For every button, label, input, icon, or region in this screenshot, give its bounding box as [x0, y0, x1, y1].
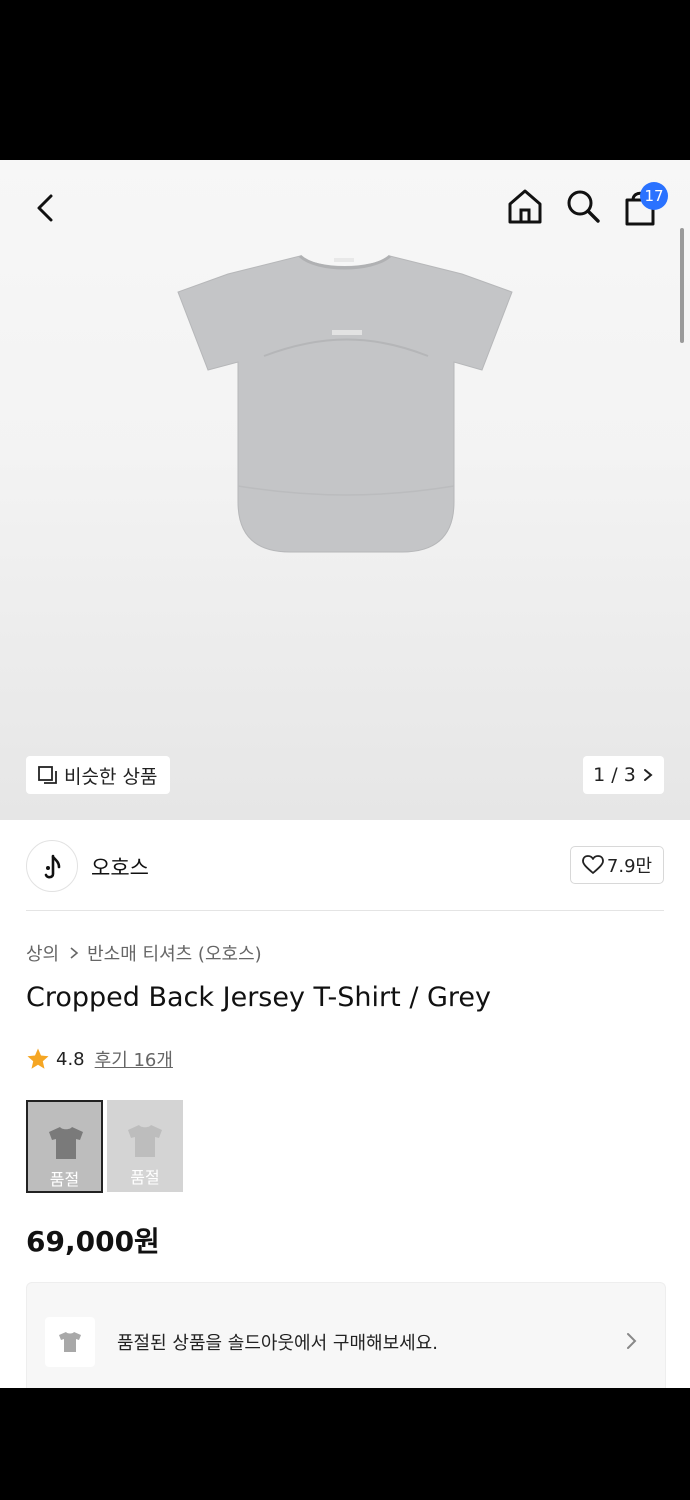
similar-icon [38, 766, 57, 784]
pager-text: 1 / 3 [593, 764, 636, 786]
similar-products-label: 비슷한 상품 [64, 765, 158, 788]
heart-icon [582, 855, 604, 874]
tshirt-icon [49, 1127, 83, 1159]
tshirt-icon [59, 1332, 81, 1352]
chevron-right-icon [627, 1333, 637, 1349]
chevron-right-icon [643, 769, 653, 781]
soldout-label: 품절 [130, 1168, 160, 1187]
soldout-banner[interactable]: 품절된 상품을 솔드아웃에서 구매해보세요. [26, 1282, 666, 1388]
back-icon[interactable] [26, 188, 66, 228]
rating-score: 4.8 [56, 1048, 85, 1070]
brand-logo-icon [44, 854, 61, 879]
brand-name[interactable]: 오호스 [91, 852, 149, 882]
option-thumbnail-grey[interactable]: 품절 [26, 1100, 103, 1193]
product-image[interactable] [172, 252, 518, 562]
rating-row: 4.8 후기 16개 [26, 1046, 173, 1072]
product-screen: 17 비슷한 상품 1 / 3 오호스 7.9만 상의 반소매 티셔츠 (오호스… [0, 160, 690, 1388]
banner-thumbnail [45, 1317, 95, 1367]
scrollbar[interactable] [680, 228, 684, 343]
image-pager[interactable]: 1 / 3 [583, 756, 664, 794]
star-icon [27, 1048, 49, 1069]
breadcrumb: 상의 반소매 티셔츠 (오호스) [26, 940, 262, 966]
reviews-link[interactable]: 후기 16개 [95, 1046, 173, 1072]
like-count: 7.9만 [606, 856, 653, 877]
banner-text: 품절된 상품을 솔드아웃에서 구매해보세요. [117, 1333, 438, 1354]
option-thumbnail-light[interactable]: 품절 [107, 1100, 183, 1192]
similar-products-button[interactable]: 비슷한 상품 [26, 756, 170, 794]
cart-count-badge: 17 [640, 182, 668, 210]
breadcrumb-category[interactable]: 상의 [26, 940, 59, 966]
product-gallery[interactable]: 17 비슷한 상품 1 / 3 [0, 160, 690, 820]
tshirt-icon [128, 1125, 162, 1157]
like-button[interactable]: 7.9만 [570, 846, 664, 884]
brand-logo[interactable] [26, 840, 78, 892]
brand-row: 오호스 7.9만 [26, 840, 664, 892]
product-title: Cropped Back Jersey T-Shirt / Grey [26, 982, 492, 1013]
search-icon[interactable] [563, 186, 603, 226]
breadcrumb-subcategory[interactable]: 반소매 티셔츠 (오호스) [87, 940, 262, 966]
soldout-label: 품절 [49, 1170, 80, 1189]
chevron-right-icon [70, 947, 79, 959]
product-price: 69,000원 [26, 1225, 160, 1258]
home-icon[interactable] [505, 186, 545, 226]
divider [26, 910, 664, 911]
